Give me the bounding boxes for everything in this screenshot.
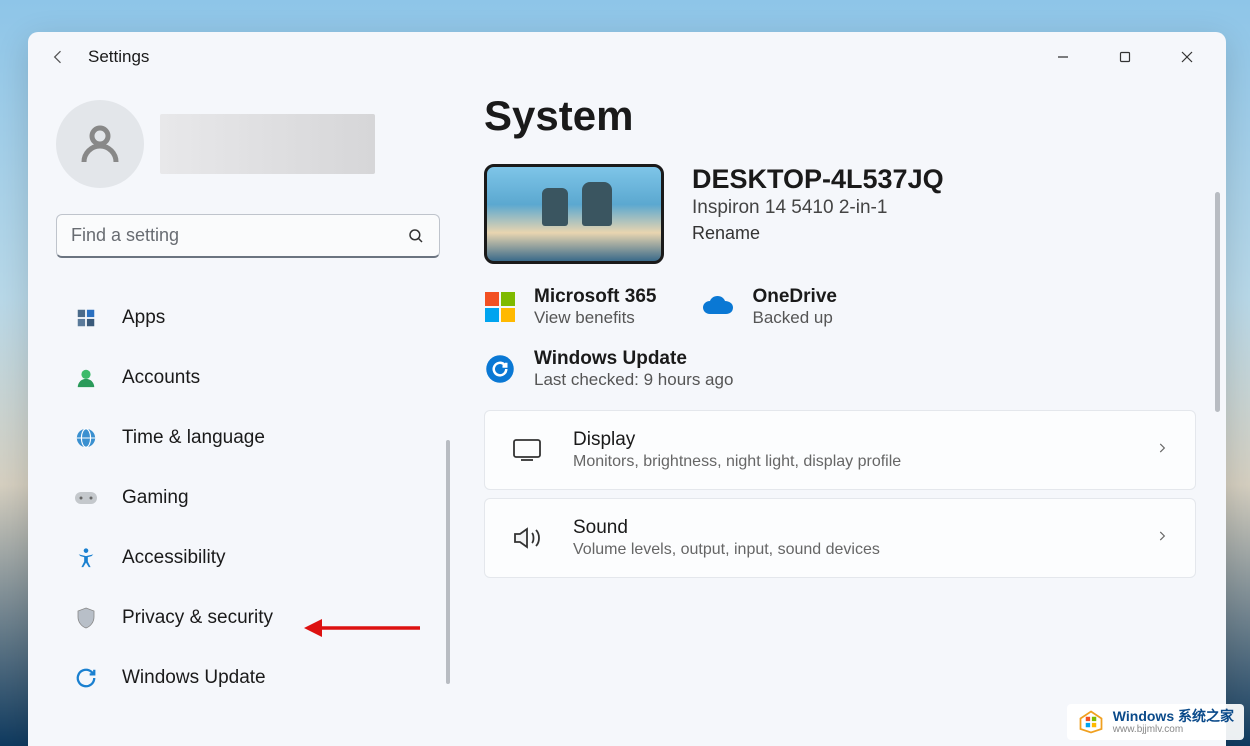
sidebar-item-accessibility[interactable]: Accessibility xyxy=(56,528,440,588)
sidebar-item-label: Accounts xyxy=(122,367,200,389)
nav-list: Apps Accounts Time & language xyxy=(56,288,440,746)
sidebar-item-apps[interactable]: Apps xyxy=(56,288,440,348)
microsoft-365-card[interactable]: Microsoft 365 View benefits xyxy=(484,286,656,328)
rename-link[interactable]: Rename xyxy=(692,223,944,244)
card-title: Microsoft 365 xyxy=(534,286,656,308)
watermark-title: Windows 系统之家 xyxy=(1113,709,1234,724)
device-summary: DESKTOP-4L537JQ Inspiron 14 5410 2-in-1 … xyxy=(484,164,1196,264)
main-content: System DESKTOP-4L537JQ Inspiron 14 5410 … xyxy=(468,82,1226,746)
status-cards-row: Microsoft 365 View benefits OneDrive Bac… xyxy=(484,286,1196,328)
maximize-button[interactable] xyxy=(1094,37,1156,77)
minimize-icon xyxy=(1057,51,1069,63)
sidebar-item-label: Accessibility xyxy=(122,547,225,569)
sidebar-item-accounts[interactable]: Accounts xyxy=(56,348,440,408)
chevron-right-icon xyxy=(1155,441,1169,460)
setting-sub: Monitors, brightness, night light, displ… xyxy=(573,453,1125,471)
accessibility-icon xyxy=(74,546,98,570)
setting-sound[interactable]: Sound Volume levels, output, input, soun… xyxy=(484,498,1196,578)
watermark-logo-icon xyxy=(1077,708,1105,736)
app-title: Settings xyxy=(88,47,149,67)
settings-window: Settings xyxy=(28,32,1226,746)
avatar xyxy=(56,100,144,188)
setting-title: Sound xyxy=(573,517,1125,539)
chevron-right-icon xyxy=(1155,529,1169,548)
sidebar-item-label: Windows Update xyxy=(122,667,266,689)
watermark-url: www.bjjmlv.com xyxy=(1113,724,1234,735)
device-thumbnail[interactable] xyxy=(484,164,664,264)
device-name: DESKTOP-4L537JQ xyxy=(692,164,944,195)
page-title: System xyxy=(484,92,1196,140)
title-bar: Settings xyxy=(28,32,1226,82)
update-icon xyxy=(74,666,98,690)
gaming-icon xyxy=(74,486,98,510)
sidebar-item-label: Time & language xyxy=(122,427,265,449)
back-icon xyxy=(48,47,68,67)
accounts-icon xyxy=(74,366,98,390)
sound-icon xyxy=(511,522,543,554)
apps-icon xyxy=(74,306,98,330)
card-sub: Backed up xyxy=(752,308,836,328)
sidebar-item-label: Privacy & security xyxy=(122,607,273,629)
user-name-redacted xyxy=(160,114,375,174)
onedrive-card[interactable]: OneDrive Backed up xyxy=(702,286,836,328)
sidebar-item-label: Apps xyxy=(122,307,165,329)
display-icon xyxy=(511,434,543,466)
sidebar-item-time-language[interactable]: Time & language xyxy=(56,408,440,468)
search-input[interactable] xyxy=(71,225,407,246)
maximize-icon xyxy=(1119,51,1131,63)
setting-sub: Volume levels, output, input, sound devi… xyxy=(573,541,1125,559)
sidebar-item-privacy-security[interactable]: Privacy & security xyxy=(56,588,440,648)
time-language-icon xyxy=(74,426,98,450)
user-icon xyxy=(76,120,124,168)
shield-icon xyxy=(74,606,98,630)
main-scrollbar[interactable] xyxy=(1215,192,1220,412)
sidebar-scrollbar[interactable] xyxy=(446,440,450,684)
setting-display[interactable]: Display Monitors, brightness, night ligh… xyxy=(484,410,1196,490)
user-info[interactable] xyxy=(56,100,440,188)
close-button[interactable] xyxy=(1156,37,1218,77)
settings-list: Display Monitors, brightness, night ligh… xyxy=(484,410,1196,578)
windows-update-card[interactable]: Windows Update Last checked: 9 hours ago xyxy=(484,348,733,390)
setting-title: Display xyxy=(573,429,1125,451)
device-info: DESKTOP-4L537JQ Inspiron 14 5410 2-in-1 … xyxy=(692,164,944,244)
sidebar-item-label: Gaming xyxy=(122,487,189,509)
card-sub: View benefits xyxy=(534,308,656,328)
sidebar-item-gaming[interactable]: Gaming xyxy=(56,468,440,528)
sidebar-item-windows-update[interactable]: Windows Update xyxy=(56,648,440,708)
onedrive-icon xyxy=(702,291,734,323)
watermark: Windows 系统之家 www.bjjmlv.com xyxy=(1067,704,1244,740)
card-sub: Last checked: 9 hours ago xyxy=(534,370,733,390)
microsoft-icon xyxy=(484,291,516,323)
card-title: OneDrive xyxy=(752,286,836,308)
search-icon xyxy=(407,227,425,245)
status-cards-row-2: Windows Update Last checked: 9 hours ago xyxy=(484,348,1196,390)
close-icon xyxy=(1181,51,1193,63)
window-body: Apps Accounts Time & language xyxy=(28,82,1226,746)
sync-icon xyxy=(484,353,516,385)
sidebar: Apps Accounts Time & language xyxy=(28,82,468,746)
search-box[interactable] xyxy=(56,214,440,258)
minimize-button[interactable] xyxy=(1032,37,1094,77)
back-button[interactable] xyxy=(36,35,80,79)
device-model: Inspiron 14 5410 2-in-1 xyxy=(692,197,944,219)
card-title: Windows Update xyxy=(534,348,733,370)
window-controls xyxy=(1032,37,1218,77)
